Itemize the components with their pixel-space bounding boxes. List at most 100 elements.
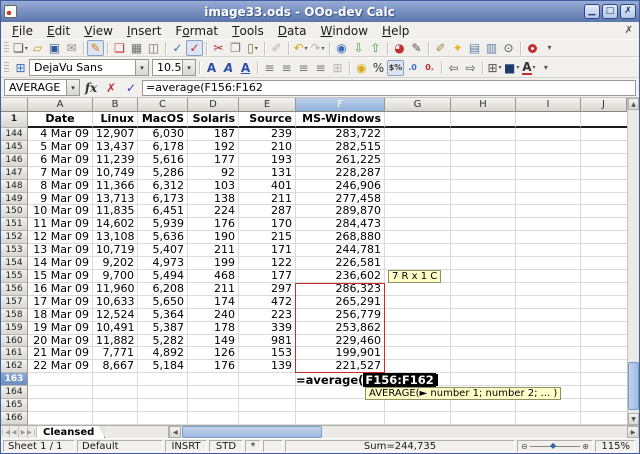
cell[interactable] [451,180,516,193]
vertical-scroll-track[interactable] [628,110,639,413]
format-paintbrush-icon[interactable]: ✐ [268,40,285,56]
cell[interactable] [451,335,516,348]
auto-spellcheck-icon[interactable]: ✓ [186,40,203,56]
currency-icon[interactable]: ◉ [353,60,370,76]
row-header[interactable]: 144 [1,128,28,141]
cell[interactable]: 5 Mar 09 [28,141,93,154]
cell[interactable]: 210 [239,141,296,154]
cell[interactable] [581,322,627,335]
toolbar-overflow-icon[interactable]: ▾ [541,40,558,56]
cell[interactable]: 297 [239,283,296,296]
cell[interactable] [581,128,627,141]
chevron-down-icon[interactable]: ▾ [182,60,195,75]
cell[interactable]: Linux [93,112,138,128]
cell[interactable] [451,309,516,322]
row-header[interactable]: 146 [1,154,28,167]
cell[interactable] [451,283,516,296]
cell[interactable] [516,167,581,180]
row-header[interactable]: 163 [1,373,28,386]
row-header[interactable]: 162 [1,360,28,373]
cell[interactable] [581,231,627,244]
cell[interactable] [451,141,516,154]
cell[interactable]: 221,527 [296,360,385,373]
column-header-d[interactable]: D [188,98,239,112]
cell[interactable]: 10,633 [93,296,138,309]
cell[interactable]: 282,515 [296,141,385,154]
cell[interactable]: Date [28,112,93,128]
borders-icon[interactable]: ⊞▾ [486,60,503,76]
cell[interactable] [239,373,296,386]
row-header[interactable]: 160 [1,335,28,348]
navigator-icon[interactable]: ✦ [449,40,466,56]
row-header[interactable]: 164 [1,386,28,399]
cell[interactable]: 211 [239,193,296,206]
cell[interactable] [93,386,138,399]
font-color-icon[interactable]: A▾ [520,60,537,76]
cell[interactable]: 5,616 [138,154,188,167]
cell[interactable] [239,412,296,425]
cell[interactable]: 6,178 [138,141,188,154]
row-header[interactable]: 156 [1,283,28,296]
cell[interactable]: 4,892 [138,347,188,360]
document-as-email-icon[interactable]: ✉ [63,40,80,56]
cell[interactable]: 10,719 [93,244,138,257]
sum-indicator[interactable]: Sum=244,735 [285,440,515,452]
scroll-down-icon[interactable]: ▼ [628,413,639,425]
cell[interactable]: 122 [239,257,296,270]
cell[interactable]: 472 [239,296,296,309]
cell[interactable]: 177 [239,270,296,283]
menu-file[interactable]: File [5,22,40,39]
cell[interactable]: 981 [239,335,296,348]
find-replace-icon[interactable]: ✐ [432,40,449,56]
cell[interactable]: 176 [188,218,239,231]
zoom-in-icon[interactable]: ⊕ [582,442,589,451]
cell[interactable]: 6,030 [138,128,188,141]
cell[interactable]: 190 [188,231,239,244]
cell[interactable] [28,412,93,425]
name-box[interactable]: AVERAGE ▾ [4,79,80,96]
cell[interactable]: 287 [239,205,296,218]
cell[interactable]: 171 [239,244,296,257]
cell[interactable] [385,257,451,270]
cell[interactable] [581,167,627,180]
maximize-button[interactable]: □ [602,4,618,19]
cell[interactable]: 468 [188,270,239,283]
cell[interactable] [385,141,451,154]
cell[interactable] [385,412,451,425]
zoom-slider-thumb[interactable]: ◆ [550,442,556,450]
insert-chart-icon[interactable]: ◕ [391,40,408,56]
cell[interactable] [451,205,516,218]
cell[interactable]: 284,473 [296,218,385,231]
insert-mode-indicator[interactable]: INSRT [165,440,207,452]
cell[interactable] [385,193,451,206]
chevron-down-icon[interactable]: ▾ [135,60,148,75]
cell[interactable] [516,309,581,322]
cell[interactable] [138,399,188,412]
cell[interactable] [581,180,627,193]
cell[interactable] [385,167,451,180]
cell[interactable] [516,193,581,206]
selection-mode-indicator[interactable]: STD [209,440,243,452]
row-header[interactable]: 149 [1,193,28,206]
cell[interactable]: 12,907 [93,128,138,141]
cell[interactable]: 15 Mar 09 [28,270,93,283]
cell[interactable]: 13 Mar 09 [28,244,93,257]
row-header[interactable]: 158 [1,309,28,322]
toolbar-gripper[interactable] [4,42,9,54]
formula-input[interactable]: =average(F156:F162 [142,80,636,96]
cell[interactable]: 11,882 [93,335,138,348]
cell[interactable]: 240 [188,309,239,322]
cell[interactable]: 174 [188,296,239,309]
menu-data[interactable]: Data [271,22,314,39]
align-left-icon[interactable]: ≡ [261,60,278,76]
cell[interactable] [516,141,581,154]
cancel-icon[interactable]: ✗ [102,80,120,96]
column-header-j[interactable]: J [581,98,627,112]
cell[interactable]: 268,880 [296,231,385,244]
row-header[interactable]: 155 [1,270,28,283]
print-icon[interactable]: ▦ [128,40,145,56]
cell[interactable] [581,193,627,206]
cell[interactable]: 12 Mar 09 [28,231,93,244]
function-wizard-icon[interactable]: fx [82,80,100,96]
cell[interactable] [239,386,296,399]
